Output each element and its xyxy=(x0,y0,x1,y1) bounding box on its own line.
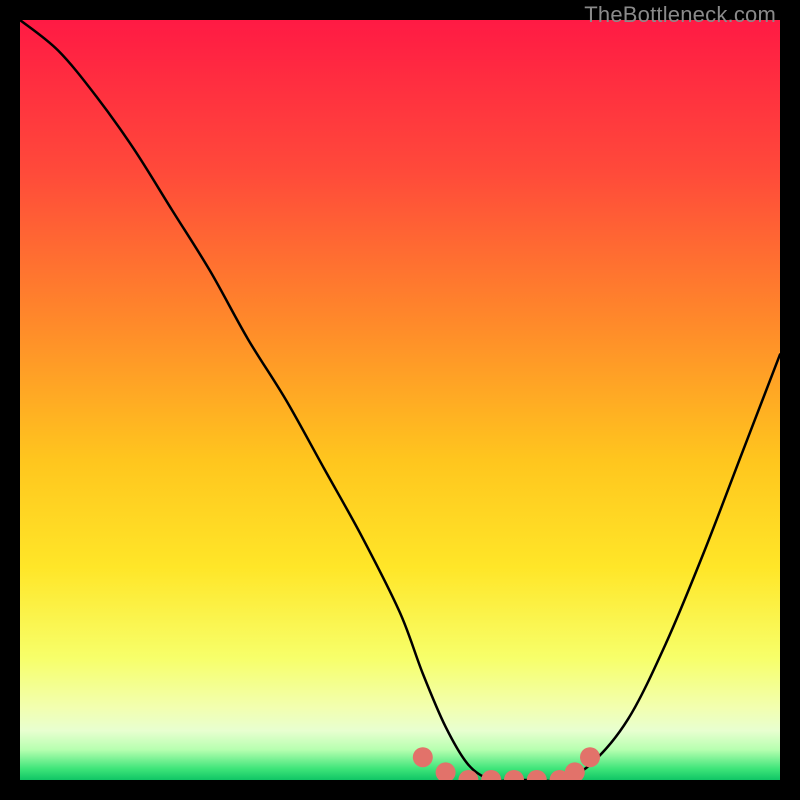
bottleneck-chart xyxy=(20,20,780,780)
watermark-text: TheBottleneck.com xyxy=(584,2,776,28)
gradient-background xyxy=(20,20,780,780)
marker-dot xyxy=(580,747,600,767)
chart-frame xyxy=(20,20,780,780)
marker-dot xyxy=(413,747,433,767)
